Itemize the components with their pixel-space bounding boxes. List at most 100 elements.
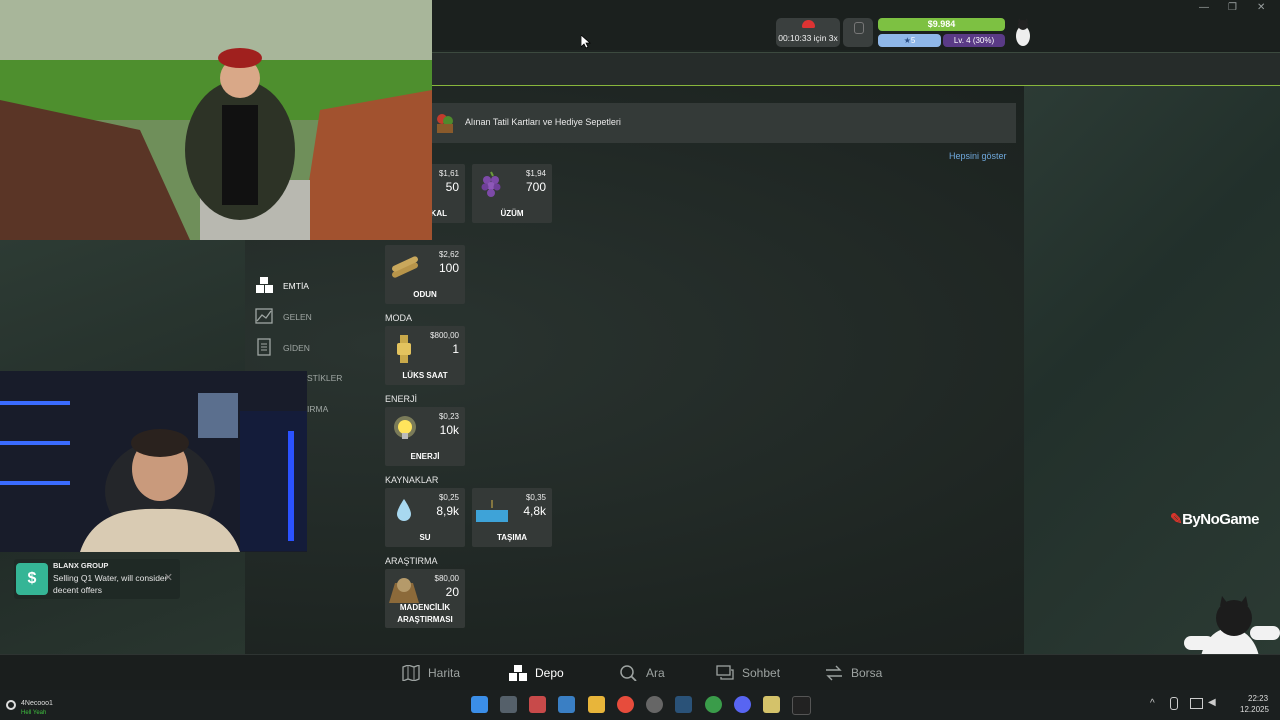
folder-icon[interactable] — [588, 696, 605, 713]
microphone-icon[interactable] — [1170, 697, 1178, 710]
chrome-icon[interactable] — [705, 696, 722, 713]
gear-icon[interactable] — [6, 700, 16, 710]
item-price: $0,25 — [438, 493, 459, 502]
item-card-luks-saat[interactable]: $800,00 1 LÜKS SAAT — [385, 326, 465, 385]
maximize-button[interactable]: ❐ — [1228, 2, 1237, 13]
item-card-madencilik[interactable]: $80,00 20 MADENCİLİK ARAŞTIRMASI — [385, 569, 465, 628]
photos-icon[interactable] — [558, 696, 575, 713]
money-display[interactable]: $9.984 — [878, 18, 1005, 31]
clock-date[interactable]: 12.2025 — [1240, 705, 1269, 714]
nav-borsa[interactable]: Borsa — [825, 665, 885, 683]
speaker-icon[interactable]: ◀ — [1208, 697, 1216, 708]
item-name: LÜKS SAAT — [402, 371, 448, 380]
task-view-icon[interactable] — [500, 696, 517, 713]
show-all-link[interactable]: Hepsini göster — [949, 151, 1007, 161]
nav-label: Borsa — [851, 666, 883, 680]
container-icon — [476, 500, 508, 522]
item-name: ÜZÜM — [500, 209, 524, 218]
windows-start-icon[interactable] — [471, 696, 488, 713]
category-kaynaklar: KAYNAKLAR — [385, 475, 439, 485]
item-name: SU — [419, 533, 431, 542]
item-price: $80,00 — [434, 574, 459, 583]
sidebar-item-emtia[interactable]: EMTİA — [255, 276, 365, 296]
network-icon[interactable] — [1190, 698, 1203, 709]
rank-display[interactable]: ★5 — [878, 34, 941, 47]
sidebar-item-label: GELEN — [283, 312, 312, 322]
item-price: $1,94 — [525, 169, 546, 178]
nav-depo[interactable]: Depo — [509, 665, 569, 683]
map-icon — [402, 665, 420, 681]
nav-harita[interactable]: Harita — [402, 665, 462, 683]
notification-toast[interactable]: $ BLANX GROUP Selling Q1 Water, will con… — [14, 559, 180, 599]
cat-avatar-icon[interactable] — [1012, 17, 1034, 47]
item-card-odun[interactable]: $2,62 100 ODUN — [385, 245, 465, 304]
boxes-icon — [509, 665, 527, 681]
app-icon[interactable] — [792, 696, 811, 715]
chevron-up-icon[interactable]: ^ — [1150, 698, 1155, 709]
nav-ara[interactable]: Ara — [620, 665, 670, 683]
category-moda: MODA — [385, 313, 412, 323]
steam-icon[interactable] — [675, 696, 692, 713]
item-price: $800,00 — [430, 331, 459, 340]
item-card-enerji[interactable]: $0,23 10k ENERJİ — [385, 407, 465, 466]
item-name-line2: ARAŞTIRMASI — [397, 615, 453, 624]
close-button[interactable]: ✕ — [1257, 2, 1265, 13]
app-icon[interactable] — [529, 696, 546, 713]
wood-logs-icon — [392, 256, 418, 278]
close-icon[interactable]: ✕ — [164, 571, 173, 584]
sidebar-item-label: EMTİA — [283, 281, 309, 291]
exchange-icon — [826, 665, 842, 681]
nav-label: Ara — [646, 666, 665, 680]
sidebar-item-giden[interactable]: GİDEN — [255, 338, 365, 358]
nav-sohbet[interactable]: Sohbet — [716, 665, 786, 683]
sidebar-item-gelen[interactable]: GELEN — [255, 307, 365, 327]
item-quantity: 10k — [439, 423, 459, 437]
search-icon — [620, 665, 637, 681]
lock-icon — [854, 22, 864, 34]
gift-banner[interactable]: Alınan Tatil Kartları ve Hediye Sepetler… — [432, 103, 1016, 143]
lock-button[interactable] — [843, 18, 873, 47]
sidebar-item-label: IRMA — [307, 404, 329, 414]
phone-icon — [802, 20, 815, 28]
minimize-button[interactable]: — — [1199, 2, 1209, 13]
webcam-overlay-top — [0, 0, 432, 240]
mining-cart-icon — [389, 578, 419, 603]
webcam-streamer-image — [0, 371, 307, 552]
item-price: $1,61 — [438, 169, 459, 178]
item-quantity: 1 — [452, 342, 459, 356]
bottom-navigation: Harita Depo Ara Sohbet Borsa — [0, 654, 1280, 691]
app-icon[interactable] — [763, 696, 780, 713]
call-timer-button[interactable]: 00:10:33 için 3x — [776, 18, 840, 47]
sub-header-bar — [432, 52, 1280, 86]
water-drop-icon — [397, 499, 411, 521]
document-icon — [257, 338, 271, 356]
sidebar-item-arastirma[interactable]: IRMA — [307, 399, 367, 419]
sidebar-item-lojistikler[interactable]: STİKLER — [307, 368, 367, 388]
app-icon[interactable] — [646, 696, 663, 713]
chart-icon — [255, 308, 273, 324]
discord-icon[interactable] — [734, 696, 751, 713]
item-name: ODUN — [413, 290, 437, 299]
mouse-cursor-icon — [581, 35, 591, 49]
star-icon: ★ — [903, 36, 911, 45]
level-display[interactable]: Lv. 4 (30%) — [943, 34, 1005, 47]
gift-basket-icon — [437, 114, 453, 133]
nav-label: Sohbet — [742, 666, 781, 680]
item-card-tasima[interactable]: $0,35 4,8k TAŞIMA — [472, 488, 552, 547]
item-card-uzum[interactable]: $1,94 700 ÜZÜM — [472, 164, 552, 223]
item-price: $0,35 — [525, 493, 546, 502]
watch-icon — [397, 335, 411, 363]
logo-mark-icon: ✎ — [1170, 511, 1183, 528]
clock-time[interactable]: 22:23 — [1248, 694, 1268, 703]
item-card-su[interactable]: $0,25 8,9k SU — [385, 488, 465, 547]
item-quantity: 100 — [438, 261, 459, 275]
timer-text: 00:10:33 için 3x — [778, 33, 838, 43]
dollar-icon: $ — [16, 563, 48, 595]
item-quantity: 20 — [445, 585, 459, 599]
item-quantity: 700 — [525, 180, 546, 194]
chrome-icon[interactable] — [617, 696, 634, 713]
nav-label: Depo — [535, 666, 564, 680]
right-decorative-panel — [1024, 84, 1280, 654]
watermark-logo: ✎ByNoGame — [1170, 510, 1259, 528]
sidebar-item-label: GİDEN — [283, 343, 310, 353]
